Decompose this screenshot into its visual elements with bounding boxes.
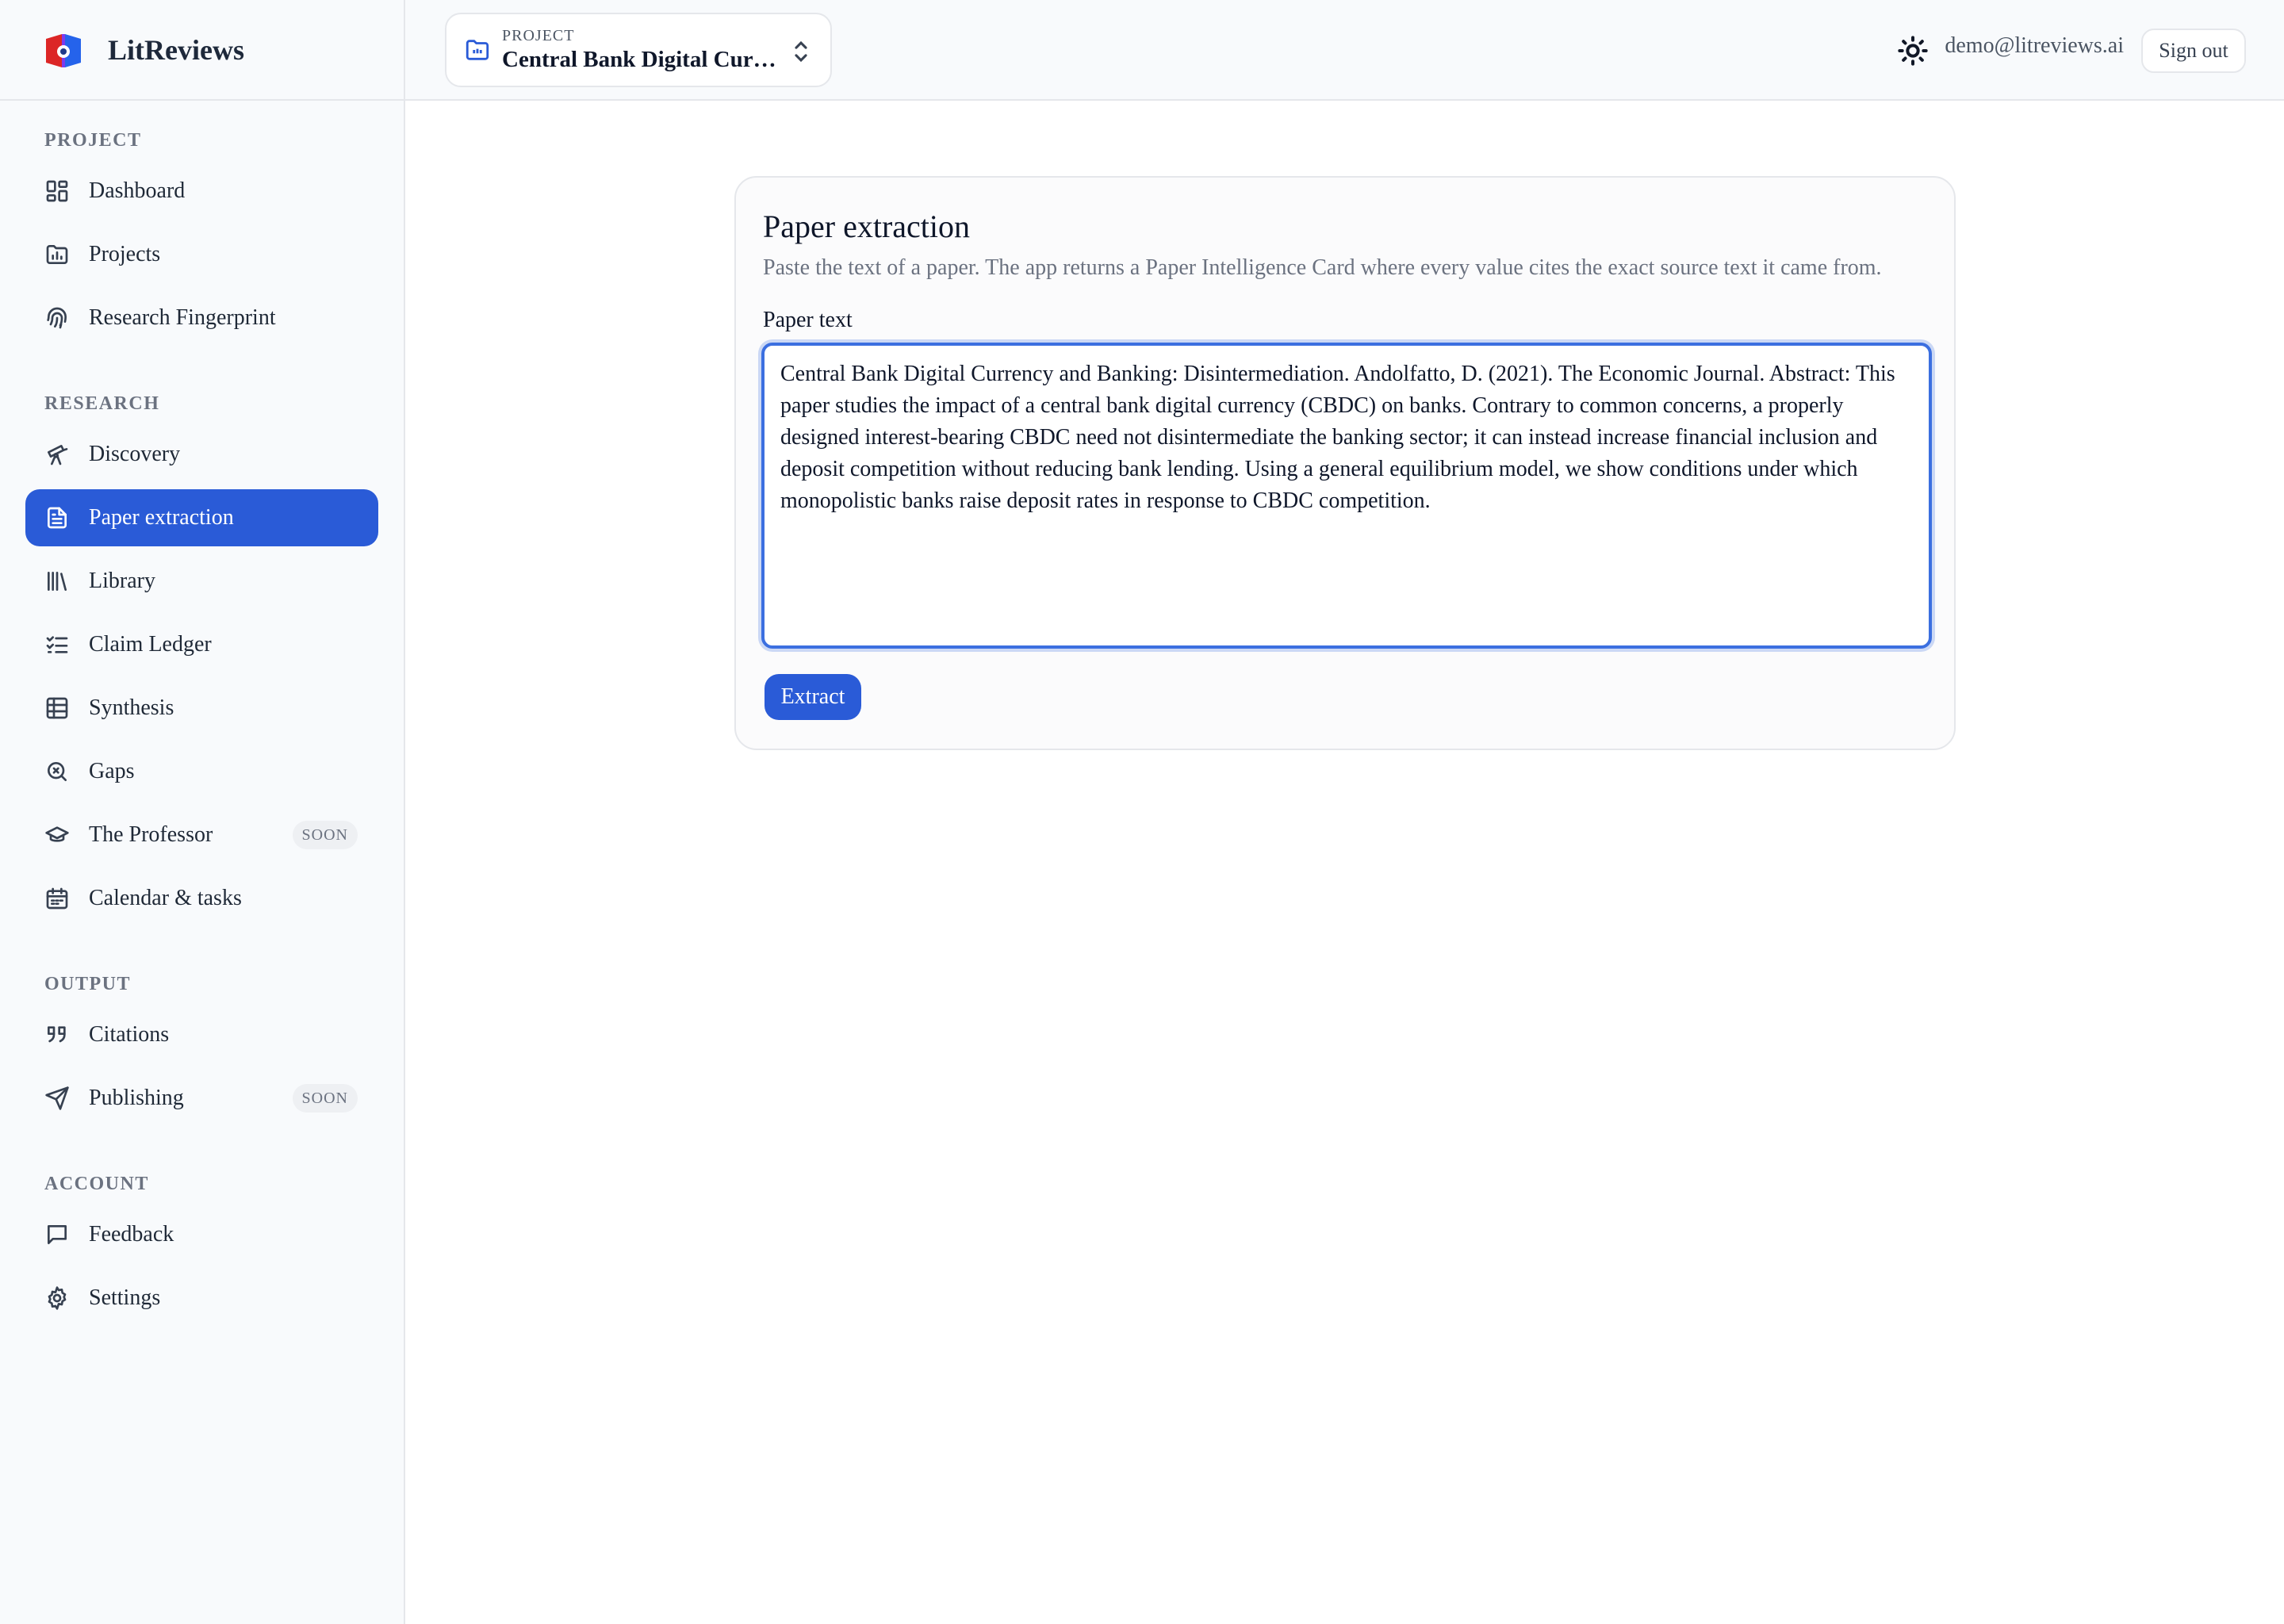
extract-button[interactable]: Extract — [765, 674, 861, 720]
sidebar-item-feedback[interactable]: Feedback — [25, 1206, 378, 1263]
checklist-icon — [44, 632, 70, 657]
sidebar-item-label: Library — [89, 569, 155, 593]
grid-table-icon — [44, 695, 70, 721]
sun-icon[interactable] — [1897, 35, 1929, 67]
sidebar-item-label: Projects — [89, 242, 161, 266]
sign-out-button[interactable]: Sign out — [2141, 29, 2246, 73]
sidebar-item-gaps[interactable]: Gaps — [25, 743, 378, 800]
sidebar: LitReviews PROJECT Dashboard Projects Re… — [0, 0, 405, 1624]
sidebar-item-label: Synthesis — [89, 695, 174, 720]
sidebar-item-label: Publishing — [89, 1086, 184, 1110]
soon-badge: SOON — [292, 821, 358, 849]
section-label-research: RESEARCH — [44, 393, 160, 414]
sidebar-item-label: Settings — [89, 1285, 161, 1310]
sidebar-item-label: Claim Ledger — [89, 632, 212, 657]
litreviews-logo-icon — [41, 28, 86, 72]
sidebar-item-label: Dashboard — [89, 178, 186, 203]
sidebar-item-claim-ledger[interactable]: Claim Ledger — [25, 616, 378, 673]
sidebar-item-citations[interactable]: Citations — [25, 1006, 378, 1063]
sidebar-item-research-fingerprint[interactable]: Research Fingerprint — [25, 289, 378, 347]
sidebar-item-settings[interactable]: Settings — [25, 1270, 378, 1327]
section-label-account: ACCOUNT — [44, 1174, 149, 1194]
telescope-icon — [44, 442, 70, 467]
sidebar-item-library[interactable]: Library — [25, 553, 378, 610]
search-x-icon — [44, 759, 70, 784]
project-selector[interactable]: PROJECT Central Bank Digital Currency an… — [445, 13, 832, 87]
library-icon — [44, 569, 70, 594]
sidebar-item-discovery[interactable]: Discovery — [25, 426, 378, 483]
dashboard-icon — [44, 178, 70, 204]
brand-name: LitReviews — [108, 33, 244, 66]
document-icon — [44, 505, 70, 530]
folder-chart-icon — [44, 242, 70, 267]
sidebar-item-projects[interactable]: Projects — [25, 226, 378, 283]
sidebar-item-label: Paper extraction — [89, 505, 234, 530]
sidebar-item-label: Feedback — [89, 1222, 174, 1247]
topbar: PROJECT Central Bank Digital Currency an… — [405, 0, 2284, 101]
quote-icon — [44, 1022, 70, 1048]
section-label-project: PROJECT — [44, 130, 142, 151]
paper-extraction-card: Paper extraction Paste the text of a pap… — [734, 176, 1956, 750]
chevron-up-down-icon — [789, 38, 813, 65]
sidebar-item-calendar-tasks[interactable]: Calendar & tasks — [25, 870, 378, 927]
sidebar-item-label: Calendar & tasks — [89, 886, 242, 910]
user-email: demo@litreviews.ai — [1945, 33, 2124, 58]
sidebar-item-publishing[interactable]: Publishing SOON — [25, 1070, 378, 1127]
message-icon — [44, 1222, 70, 1247]
sidebar-item-dashboard[interactable]: Dashboard — [25, 163, 378, 220]
page-description: Paste the text of a paper. The app retur… — [763, 255, 1882, 280]
sidebar-item-label: Citations — [89, 1022, 170, 1047]
fingerprint-icon — [44, 305, 70, 331]
graduation-cap-icon — [44, 822, 70, 848]
sidebar-item-label: Discovery — [89, 442, 181, 466]
page-title: Paper extraction — [763, 209, 970, 244]
sidebar-item-label: Gaps — [89, 759, 135, 783]
sidebar-nav: PROJECT Dashboard Projects Research Fing… — [0, 128, 404, 1327]
brand[interactable]: LitReviews — [0, 0, 404, 101]
calendar-icon — [44, 886, 70, 911]
sidebar-item-the-professor[interactable]: The Professor SOON — [25, 806, 378, 864]
send-icon — [44, 1086, 70, 1111]
paper-text-label: Paper text — [763, 308, 853, 332]
project-name: Central Bank Digital Currency and Bankin… — [502, 47, 780, 72]
sidebar-item-synthesis[interactable]: Synthesis — [25, 680, 378, 737]
project-label: PROJECT — [502, 27, 575, 44]
sidebar-item-label: Research Fingerprint — [89, 305, 276, 330]
gear-icon — [44, 1285, 70, 1311]
sidebar-item-label: The Professor — [89, 822, 213, 847]
soon-badge: SOON — [292, 1084, 358, 1113]
paper-text-input[interactable]: Central Bank Digital Currency and Bankin… — [761, 343, 1932, 649]
folder-icon — [464, 36, 491, 63]
section-label-output: OUTPUT — [44, 974, 132, 994]
sidebar-item-paper-extraction[interactable]: Paper extraction — [25, 489, 378, 546]
